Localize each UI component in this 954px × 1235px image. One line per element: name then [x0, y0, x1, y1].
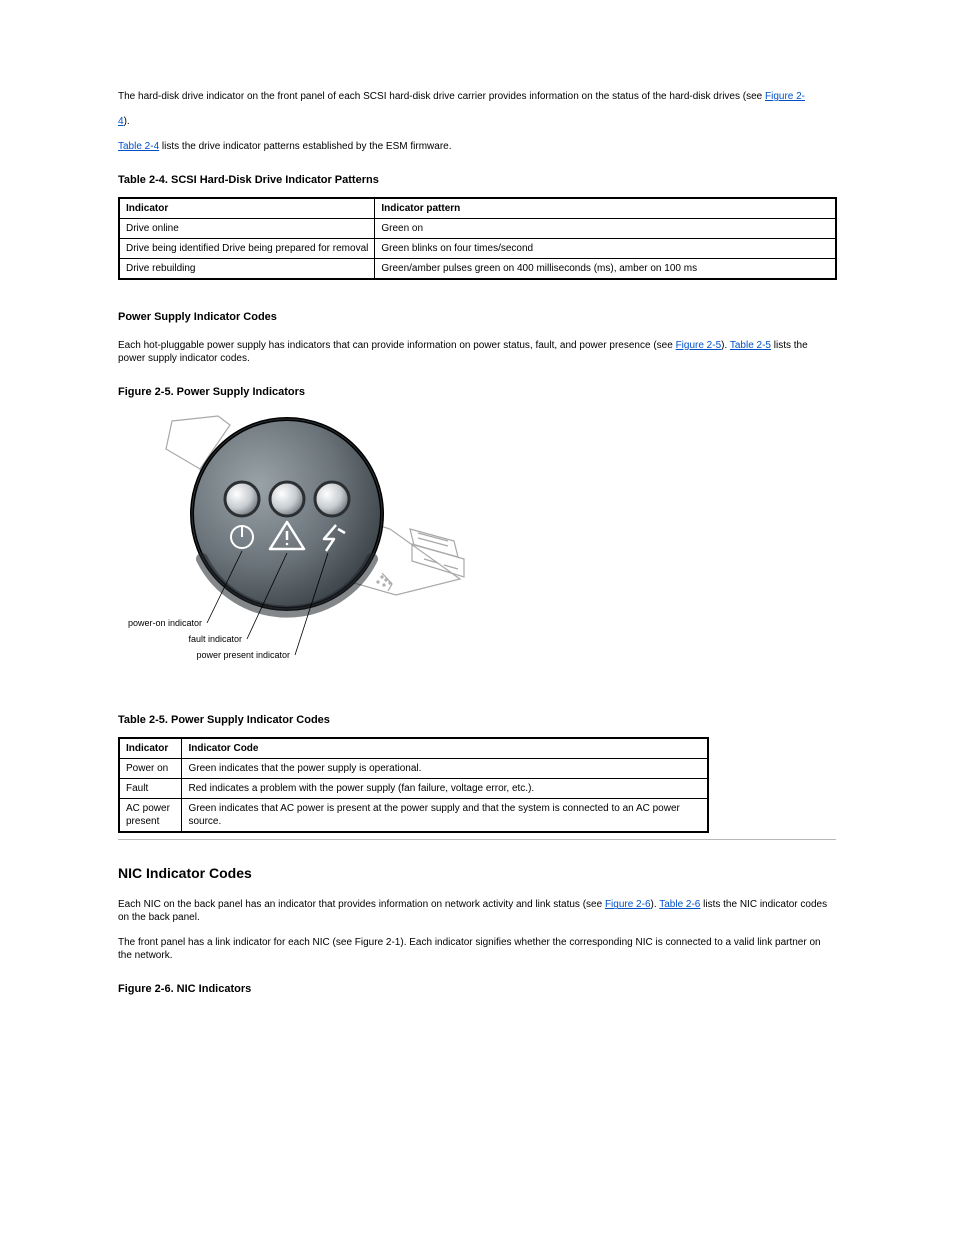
intro-text: The hard-disk drive indicator on the fro… [118, 91, 765, 102]
table-row: Drive online Green on [119, 219, 836, 239]
cell-ac-present-desc: Green indicates that AC power is present… [182, 799, 708, 833]
ps-text-a: Each hot-pluggable power supply has indi… [118, 340, 676, 351]
cell-power-on: Power on [119, 759, 182, 779]
figure-2-6-caption: Figure 2-6. NIC Indicators [118, 982, 836, 996]
table-2-4-caption: Table 2-4. SCSI Hard-Disk Drive Indicato… [118, 173, 836, 187]
table-2-4: Indicator Indicator pattern Drive online… [118, 197, 837, 280]
cell-drive-rebuilding: Drive rebuilding [119, 259, 375, 280]
cell-drive-identified: Drive being identified Drive being prepa… [119, 239, 375, 259]
link-figure-2-5[interactable]: Figure 2-5 [676, 340, 722, 351]
ps-paragraph: Each hot-pluggable power supply has indi… [118, 339, 836, 365]
intro-text-b: ). [124, 116, 130, 127]
table-row: Indicator Indicator pattern [119, 198, 836, 219]
table-row: Fault Red indicates a problem with the p… [119, 779, 708, 799]
table-row: AC power present Green indicates that AC… [119, 799, 708, 833]
label-power-on: power-on indicator [128, 618, 202, 628]
nic-paragraph-1: Each NIC on the back panel has an indica… [118, 898, 836, 924]
label-fault: fault indicator [188, 634, 242, 644]
nic-text-b: ). [651, 899, 660, 910]
intro-paragraph-2: Table 2-4 lists the drive indicator patt… [118, 140, 836, 153]
intro-paragraph-1: The hard-disk drive indicator on the fro… [118, 90, 836, 103]
intro-paragraph-1b: 4). [118, 115, 836, 128]
figure-2-5-caption: Figure 2-5. Power Supply Indicators [118, 385, 836, 399]
link-figure-2-6[interactable]: Figure 2-6 [605, 899, 651, 910]
link-table-2-5[interactable]: Table 2-5 [730, 340, 771, 351]
cell-fault: Fault [119, 779, 182, 799]
table-2-5-caption: Table 2-5. Power Supply Indicator Codes [118, 713, 836, 727]
figure-2-5: power-on indicator fault indicator power… [112, 409, 836, 693]
cell-fault-desc: Red indicates a problem with the power s… [182, 779, 708, 799]
table-2-5: Indicator Indicator Code Power on Green … [118, 737, 709, 833]
power-supply-figure-svg: power-on indicator fault indicator power… [112, 409, 482, 689]
cell-drive-online: Drive online [119, 219, 375, 239]
table-header-indicator: Indicator [119, 198, 375, 219]
ps-text-b: ). [721, 340, 730, 351]
section-nic-title: NIC Indicator Codes [118, 864, 836, 882]
link-table-2-6[interactable]: Table 2-6 [659, 899, 700, 910]
document-page: The hard-disk drive indicator on the fro… [0, 0, 954, 1067]
cell-green-on: Green on [375, 219, 836, 239]
table-header-code: Indicator Code [182, 738, 708, 759]
cell-pulses: Green/amber pulses green on 400 millisec… [375, 259, 836, 280]
section-divider [118, 839, 836, 840]
table-row: Power on Green indicates that the power … [119, 759, 708, 779]
table-row: Drive being identified Drive being prepa… [119, 239, 836, 259]
label-power-present: power present indicator [196, 650, 290, 660]
nic-text-a: Each NIC on the back panel has an indica… [118, 899, 605, 910]
table-row: Drive rebuilding Green/amber pulses gree… [119, 259, 836, 280]
intro-text-2: lists the drive indicator patterns estab… [159, 141, 451, 152]
cell-blinks: Green blinks on four times/second [375, 239, 836, 259]
table-header-pattern: Indicator pattern [375, 198, 836, 219]
link-table-2-4[interactable]: Table 2-4 [118, 141, 159, 152]
link-figure-2-4[interactable]: Figure 2- [765, 91, 805, 102]
cell-power-on-desc: Green indicates that the power supply is… [182, 759, 708, 779]
cell-ac-present: AC power present [119, 799, 182, 833]
table-row: Indicator Indicator Code [119, 738, 708, 759]
table-header-indicator-2: Indicator [119, 738, 182, 759]
section-power-supply-title: Power Supply Indicator Codes [118, 310, 836, 324]
nic-paragraph-2: The front panel has a link indicator for… [118, 936, 836, 962]
